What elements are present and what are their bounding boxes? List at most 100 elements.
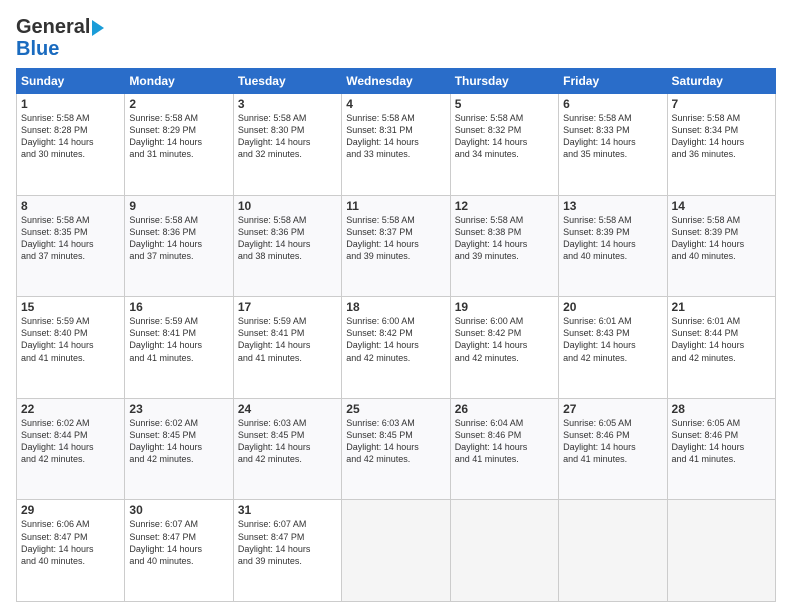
- calendar-cell: [667, 500, 775, 602]
- calendar-cell: [450, 500, 558, 602]
- calendar-week-3: 15 Sunrise: 5:59 AMSunset: 8:40 PMDayligh…: [17, 297, 776, 399]
- cell-info: Sunrise: 6:03 AMSunset: 8:45 PMDaylight:…: [346, 418, 419, 464]
- calendar-cell: 29Sunrise: 6:06 AMSunset: 8:47 PMDayligh…: [17, 500, 125, 602]
- cell-info: Sunrise: 5:58 AMSunset: 8:30 PMDaylight:…: [238, 113, 311, 159]
- calendar-cell: 8Sunrise: 5:58 AMSunset: 8:35 PMDaylight…: [17, 195, 125, 297]
- cell-info: Sunrise: 5:58 AMSunset: 8:37 PMDaylight:…: [346, 215, 419, 261]
- cell-info: Sunrise: 5:58 AMSunset: 8:28 PMDaylight:…: [21, 113, 94, 159]
- cell-info: Sunrise: 5:59 AMSunset: 8:41 PMDaylight:…: [129, 316, 202, 362]
- calendar-cell: 15 Sunrise: 5:59 AMSunset: 8:40 PMDayligh…: [17, 297, 125, 399]
- col-header-thursday: Thursday: [450, 69, 558, 94]
- day-number: 5: [455, 97, 554, 111]
- cell-info: Sunrise: 6:05 AMSunset: 8:46 PMDaylight:…: [672, 418, 745, 464]
- calendar-cell: 19 Sunrise: 6:00 AMSunset: 8:42 PMDayligh…: [450, 297, 558, 399]
- col-header-tuesday: Tuesday: [233, 69, 341, 94]
- day-number: 28: [672, 402, 771, 416]
- day-number: 19: [455, 300, 554, 314]
- logo: General Blue: [16, 16, 104, 60]
- day-number: 23: [129, 402, 228, 416]
- day-number: 16: [129, 300, 228, 314]
- calendar-cell: 6 Sunrise: 5:58 AMSunset: 8:33 PMDaylight…: [559, 94, 667, 196]
- cell-info: Sunrise: 5:58 AMSunset: 8:32 PMDaylight:…: [455, 113, 528, 159]
- calendar-cell: 18 Sunrise: 6:00 AMSunset: 8:42 PMDayligh…: [342, 297, 450, 399]
- day-number: 7: [672, 97, 771, 111]
- day-number: 1: [21, 97, 120, 111]
- cell-info: Sunrise: 6:07 AMSunset: 8:47 PMDaylight:…: [129, 519, 202, 565]
- logo-blue: Blue: [16, 38, 59, 60]
- calendar-cell: 31 Sunrise: 6:07 AMSunset: 8:47 PMDayligh…: [233, 500, 341, 602]
- cell-info: Sunrise: 5:59 AMSunset: 8:41 PMDaylight:…: [238, 316, 311, 362]
- calendar-cell: 21 Sunrise: 6:01 AMSunset: 8:44 PMDayligh…: [667, 297, 775, 399]
- cell-info: Sunrise: 6:00 AMSunset: 8:42 PMDaylight:…: [346, 316, 419, 362]
- calendar-cell: 16 Sunrise: 5:59 AMSunset: 8:41 PMDayligh…: [125, 297, 233, 399]
- cell-info: Sunrise: 5:58 AMSunset: 8:35 PMDaylight:…: [21, 215, 94, 261]
- day-number: 9: [129, 199, 228, 213]
- day-number: 20: [563, 300, 662, 314]
- calendar-cell: 26 Sunrise: 6:04 AMSunset: 8:46 PMDayligh…: [450, 398, 558, 500]
- calendar-cell: 3 Sunrise: 5:58 AMSunset: 8:30 PMDaylight…: [233, 94, 341, 196]
- calendar-cell: 25 Sunrise: 6:03 AMSunset: 8:45 PMDayligh…: [342, 398, 450, 500]
- cell-info: Sunrise: 6:01 AMSunset: 8:43 PMDaylight:…: [563, 316, 636, 362]
- day-number: 22: [21, 402, 120, 416]
- cell-info: Sunrise: 6:07 AMSunset: 8:47 PMDaylight:…: [238, 519, 311, 565]
- cell-info: Sunrise: 6:01 AMSunset: 8:44 PMDaylight:…: [672, 316, 745, 362]
- day-number: 2: [129, 97, 228, 111]
- calendar-cell: 17Sunrise: 5:59 AMSunset: 8:41 PMDayligh…: [233, 297, 341, 399]
- col-header-friday: Friday: [559, 69, 667, 94]
- day-number: 6: [563, 97, 662, 111]
- calendar-cell: 7 Sunrise: 5:58 AMSunset: 8:34 PMDaylight…: [667, 94, 775, 196]
- calendar-cell: 2Sunrise: 5:58 AMSunset: 8:29 PMDaylight…: [125, 94, 233, 196]
- cell-info: Sunrise: 5:58 AMSunset: 8:34 PMDaylight:…: [672, 113, 745, 159]
- page: General Blue SundayMondayTuesdayWednesda…: [0, 0, 792, 612]
- calendar-cell: 28 Sunrise: 6:05 AMSunset: 8:46 PMDayligh…: [667, 398, 775, 500]
- cell-info: Sunrise: 6:02 AMSunset: 8:45 PMDaylight:…: [129, 418, 202, 464]
- calendar-cell: [342, 500, 450, 602]
- cell-info: Sunrise: 6:06 AMSunset: 8:47 PMDaylight:…: [21, 519, 94, 565]
- calendar-cell: 20 Sunrise: 6:01 AMSunset: 8:43 PMDayligh…: [559, 297, 667, 399]
- cell-info: Sunrise: 6:04 AMSunset: 8:46 PMDaylight:…: [455, 418, 528, 464]
- calendar-cell: 12 Sunrise: 5:58 AMSunset: 8:38 PMDayligh…: [450, 195, 558, 297]
- calendar-cell: 13 Sunrise: 5:58 AMSunset: 8:39 PMDayligh…: [559, 195, 667, 297]
- header: General Blue: [16, 16, 776, 60]
- calendar-cell: 30Sunrise: 6:07 AMSunset: 8:47 PMDayligh…: [125, 500, 233, 602]
- day-number: 31: [238, 503, 337, 517]
- day-number: 13: [563, 199, 662, 213]
- calendar-cell: 10 Sunrise: 5:58 AMSunset: 8:36 PMDayligh…: [233, 195, 341, 297]
- day-number: 14: [672, 199, 771, 213]
- cell-info: Sunrise: 5:58 AMSunset: 8:33 PMDaylight:…: [563, 113, 636, 159]
- day-number: 18: [346, 300, 445, 314]
- calendar-cell: 22Sunrise: 6:02 AMSunset: 8:44 PMDayligh…: [17, 398, 125, 500]
- calendar-cell: 14 Sunrise: 5:58 AMSunset: 8:39 PMDayligh…: [667, 195, 775, 297]
- cell-info: Sunrise: 5:58 AMSunset: 8:38 PMDaylight:…: [455, 215, 528, 261]
- calendar-cell: 27 Sunrise: 6:05 AMSunset: 8:46 PMDayligh…: [559, 398, 667, 500]
- col-header-monday: Monday: [125, 69, 233, 94]
- cell-info: Sunrise: 5:58 AMSunset: 8:39 PMDaylight:…: [563, 215, 636, 261]
- calendar-cell: 24 Sunrise: 6:03 AMSunset: 8:45 PMDayligh…: [233, 398, 341, 500]
- cell-info: Sunrise: 5:58 AMSunset: 8:39 PMDaylight:…: [672, 215, 745, 261]
- day-number: 27: [563, 402, 662, 416]
- calendar-cell: [559, 500, 667, 602]
- calendar-cell: 4Sunrise: 5:58 AMSunset: 8:31 PMDaylight…: [342, 94, 450, 196]
- day-number: 10: [238, 199, 337, 213]
- cell-info: Sunrise: 6:05 AMSunset: 8:46 PMDaylight:…: [563, 418, 636, 464]
- day-number: 15: [21, 300, 120, 314]
- day-number: 3: [238, 97, 337, 111]
- cell-info: Sunrise: 6:00 AMSunset: 8:42 PMDaylight:…: [455, 316, 528, 362]
- col-header-wednesday: Wednesday: [342, 69, 450, 94]
- day-number: 4: [346, 97, 445, 111]
- logo-arrow-icon: [92, 20, 104, 36]
- cell-info: Sunrise: 5:59 AMSunset: 8:40 PMDaylight:…: [21, 316, 94, 362]
- day-number: 21: [672, 300, 771, 314]
- cell-info: Sunrise: 5:58 AMSunset: 8:36 PMDaylight:…: [238, 215, 311, 261]
- calendar-week-4: 22Sunrise: 6:02 AMSunset: 8:44 PMDayligh…: [17, 398, 776, 500]
- col-header-sunday: Sunday: [17, 69, 125, 94]
- cell-info: Sunrise: 6:03 AMSunset: 8:45 PMDaylight:…: [238, 418, 311, 464]
- day-number: 11: [346, 199, 445, 213]
- calendar-week-1: 1 Sunrise: 5:58 AMSunset: 8:28 PMDaylight…: [17, 94, 776, 196]
- calendar-cell: 23 Sunrise: 6:02 AMSunset: 8:45 PMDayligh…: [125, 398, 233, 500]
- day-number: 25: [346, 402, 445, 416]
- day-number: 26: [455, 402, 554, 416]
- logo-general: General: [16, 16, 90, 38]
- day-number: 24: [238, 402, 337, 416]
- day-number: 12: [455, 199, 554, 213]
